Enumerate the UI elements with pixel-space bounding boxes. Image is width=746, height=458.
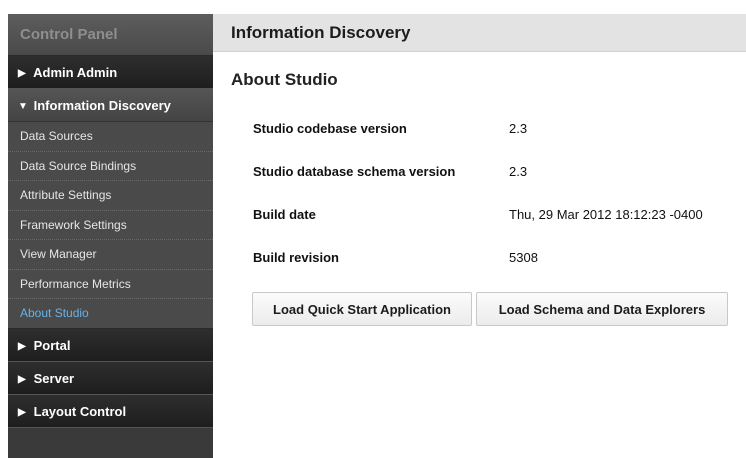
sidebar-section-portal[interactable]: ▶ Portal bbox=[8, 328, 213, 362]
collapsed-arrow-icon: ▶ bbox=[18, 340, 26, 352]
load-schema-explorers-button[interactable]: Load Schema and Data Explorers bbox=[476, 292, 728, 326]
info-label: Studio database schema version bbox=[253, 164, 456, 179]
sidebar-item-data-source-bindings[interactable]: Data Source Bindings bbox=[8, 152, 213, 181]
sidebar-section-label: Information Discovery bbox=[33, 98, 171, 113]
collapsed-arrow-icon: ▶ bbox=[18, 406, 26, 418]
info-value: 2.3 bbox=[509, 164, 528, 179]
sidebar-item-view-manager[interactable]: View Manager bbox=[8, 240, 213, 270]
collapsed-arrow-icon: ▶ bbox=[18, 68, 26, 79]
sidebar-section-admin-admin[interactable]: ▶ Admin Admin bbox=[8, 56, 213, 89]
info-label: Studio codebase version bbox=[253, 121, 407, 136]
info-value: 2.3 bbox=[509, 121, 528, 136]
control-panel-sidebar: Control Panel ▶ Admin Admin ▼ Informatio… bbox=[8, 14, 213, 458]
sidebar-item-data-sources[interactable]: Data Sources bbox=[8, 122, 213, 152]
info-value: 5308 bbox=[509, 250, 538, 265]
page-title: About Studio bbox=[231, 70, 338, 89]
load-quick-start-button[interactable]: Load Quick Start Application bbox=[252, 292, 472, 326]
sidebar-section-server[interactable]: ▶ Server bbox=[8, 361, 213, 395]
expanded-arrow-icon: ▼ bbox=[18, 101, 28, 112]
sidebar-section-layout-control[interactable]: ▶ Layout Control bbox=[8, 394, 213, 428]
sidebar-section-label: Layout Control bbox=[33, 403, 127, 419]
info-label: Build revision bbox=[253, 250, 339, 265]
collapsed-arrow-icon: ▶ bbox=[18, 373, 26, 385]
sidebar-section-information-discovery[interactable]: ▼ Information Discovery bbox=[8, 89, 213, 122]
page-header: Information Discovery bbox=[213, 14, 746, 52]
sidebar-section-label: Admin Admin bbox=[33, 65, 118, 80]
control-panel-title: Control Panel bbox=[8, 14, 213, 56]
main-content: Information Discovery About Studio Studi… bbox=[213, 14, 746, 458]
sidebar-item-performance-metrics[interactable]: Performance Metrics bbox=[8, 270, 213, 299]
sidebar-section-label: Portal bbox=[33, 337, 71, 353]
sidebar-item-attribute-settings[interactable]: Attribute Settings bbox=[8, 181, 213, 211]
info-label: Build date bbox=[253, 207, 316, 222]
sidebar-item-framework-settings[interactable]: Framework Settings bbox=[8, 211, 213, 240]
sidebar-item-about-studio[interactable]: About Studio bbox=[8, 299, 213, 329]
information-discovery-submenu: Data Sources Data Source Bindings Attrib… bbox=[8, 122, 213, 329]
info-value: Thu, 29 Mar 2012 18:12:23 -0400 bbox=[509, 207, 703, 222]
sidebar-section-label: Server bbox=[33, 370, 75, 386]
